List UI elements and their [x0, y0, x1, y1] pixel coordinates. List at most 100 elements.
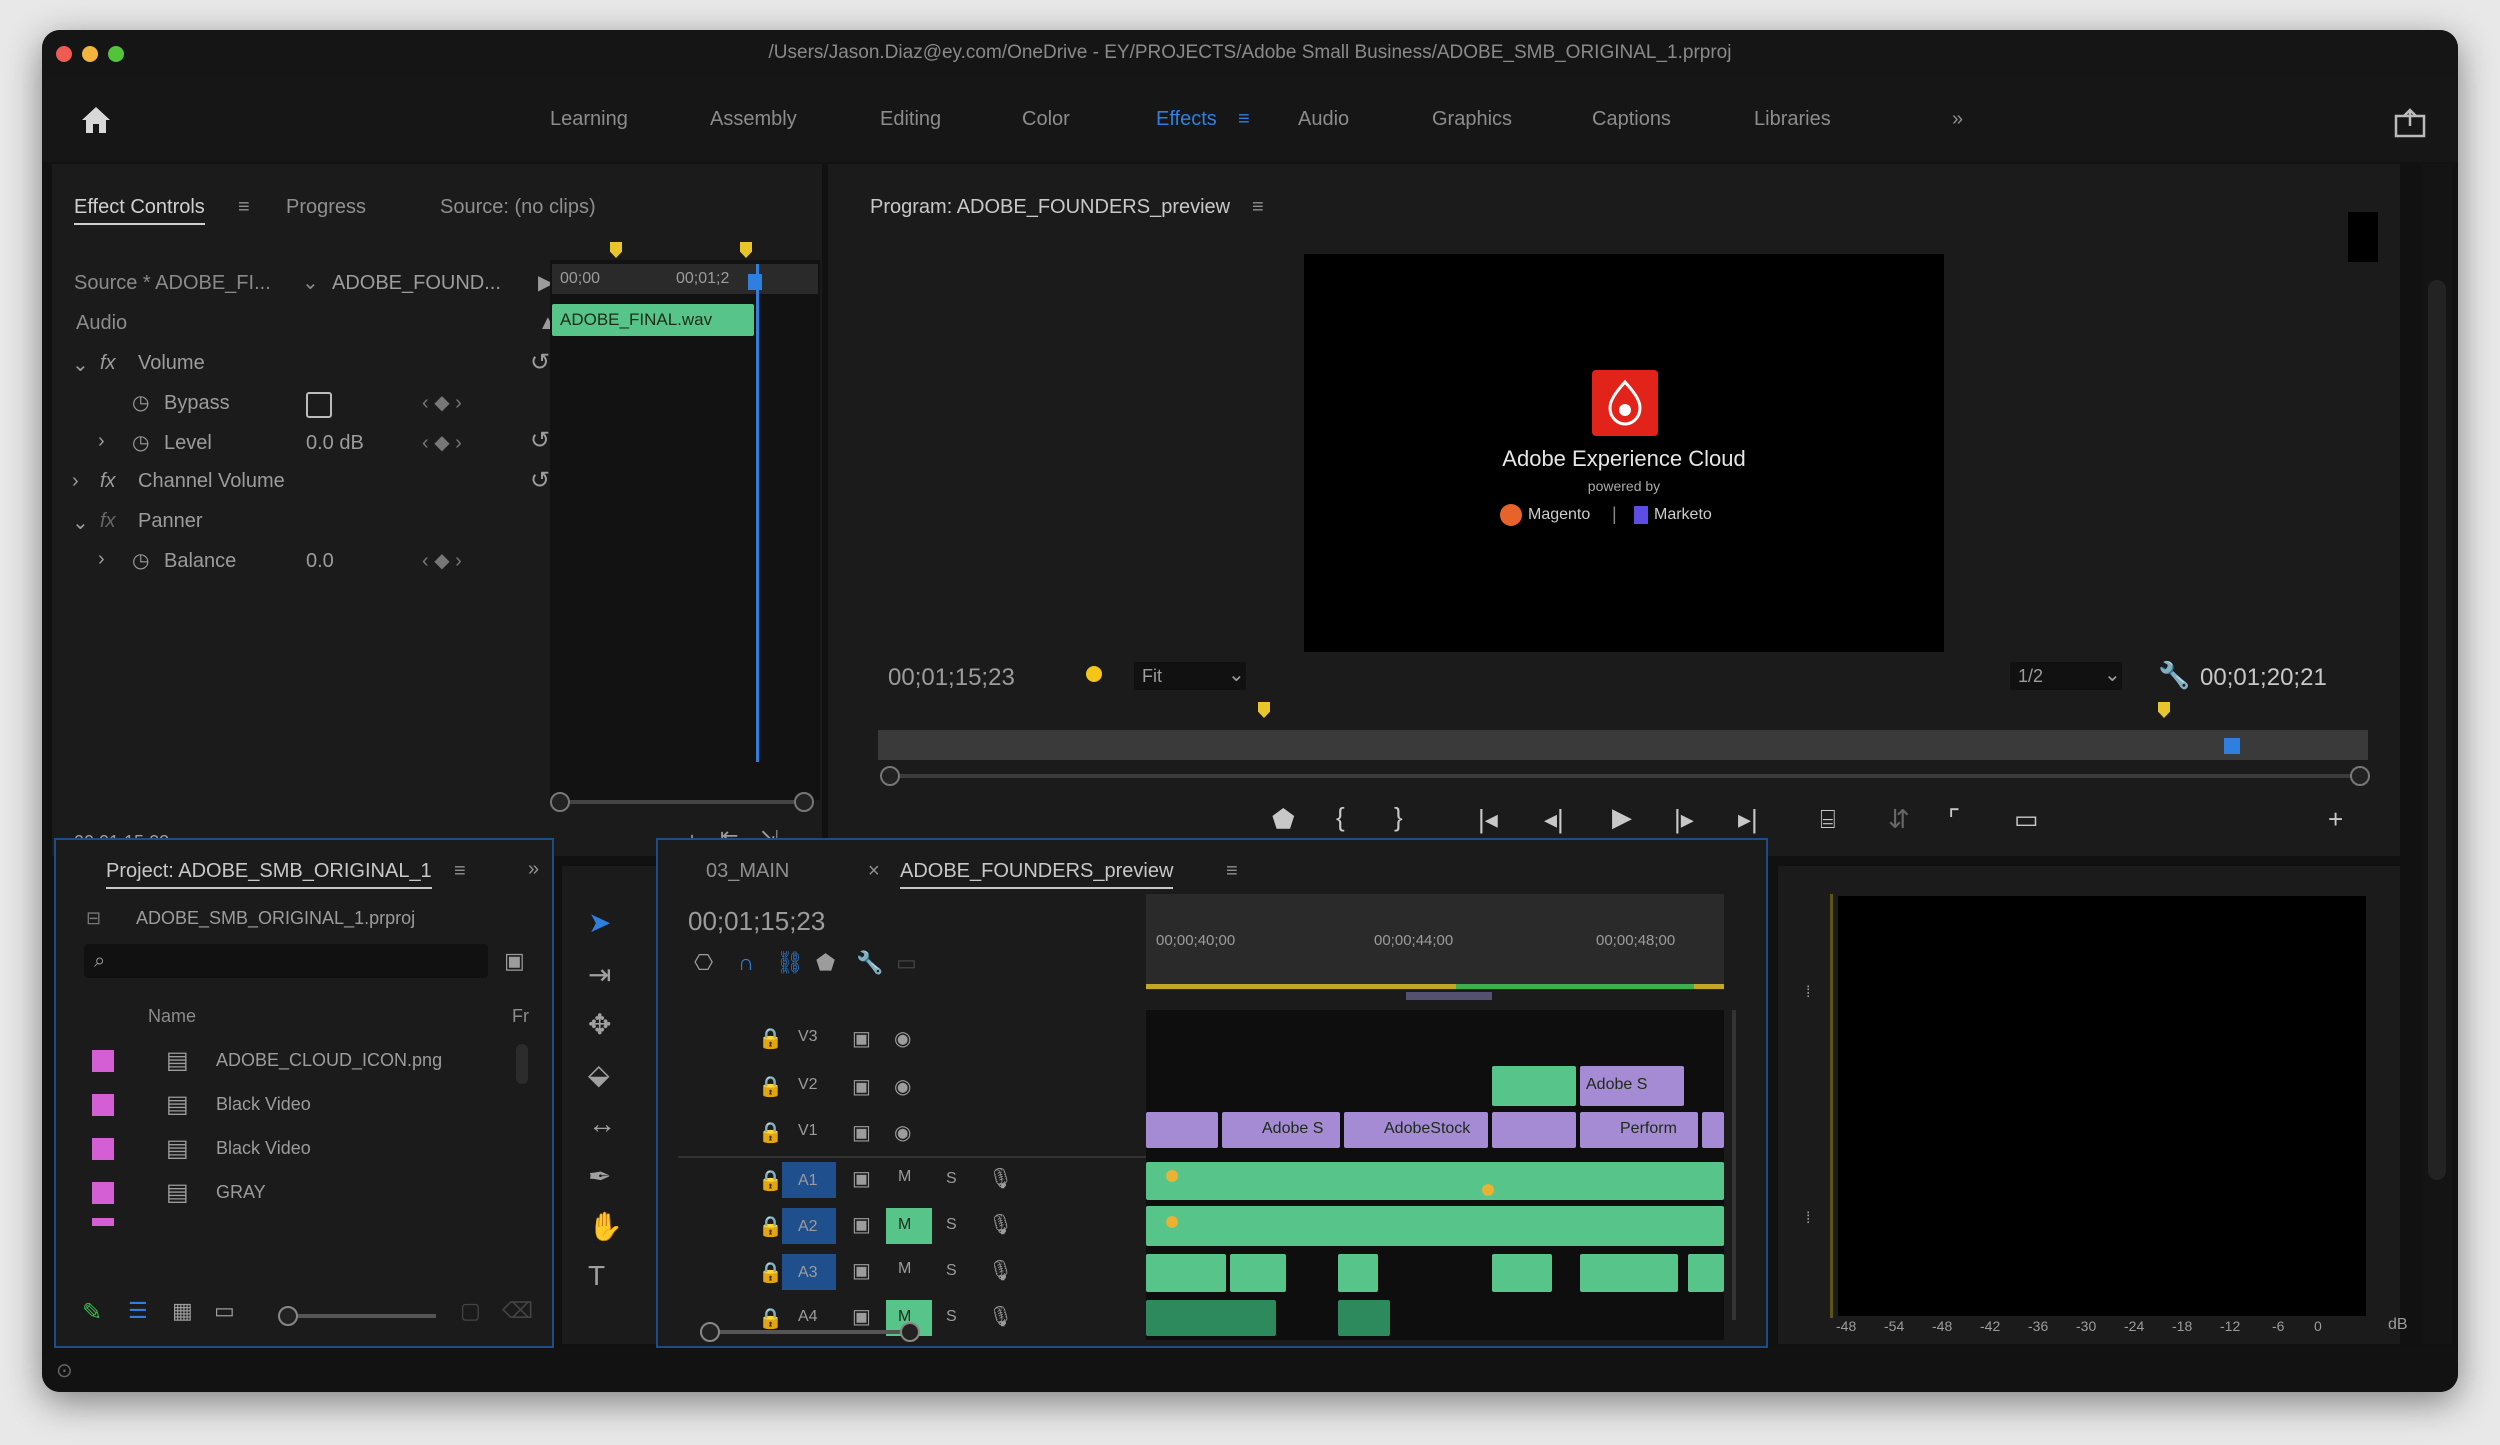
label-swatch[interactable]: [92, 1050, 114, 1072]
eye-icon[interactable]: ◉: [894, 1120, 911, 1145]
lock-icon[interactable]: 🔒: [758, 1260, 783, 1285]
mute-icon[interactable]: M: [898, 1216, 911, 1234]
microphone-icon[interactable]: 🎙: [988, 1258, 1013, 1283]
add-marker-icon[interactable]: ⬟: [816, 950, 835, 976]
project-item[interactable]: ADOBE_CLOUD_ICON.png: [216, 1050, 442, 1071]
go-to-out-icon[interactable]: ▸|: [1738, 804, 1758, 835]
mute-icon[interactable]: M: [898, 1260, 911, 1278]
razor-tool-icon[interactable]: ⬙: [588, 1058, 610, 1091]
workspace-assembly[interactable]: Assembly: [710, 108, 797, 131]
audio-keyframe[interactable]: [1166, 1170, 1178, 1182]
more-panels-icon[interactable]: »: [528, 858, 539, 881]
status-icon[interactable]: ⊙: [56, 1358, 73, 1383]
add-marker-icon[interactable]: ⬟: [1272, 804, 1295, 835]
mark-in-icon[interactable]: {: [1336, 802, 1345, 833]
solo-icon[interactable]: S: [946, 1308, 957, 1326]
workspace-color[interactable]: Color: [1022, 108, 1070, 131]
sync-lock-icon[interactable]: ▣: [852, 1304, 871, 1329]
program-zoom-scrollbar[interactable]: [888, 774, 2358, 778]
linked-selection-icon[interactable]: ⛓: [776, 950, 804, 976]
tab-source[interactable]: Source: (no clips): [440, 196, 596, 219]
timeline-tab-founders[interactable]: ADOBE_FOUNDERS_preview: [900, 860, 1174, 889]
clip-v1[interactable]: Perform: [1580, 1112, 1698, 1148]
mute-icon[interactable]: M: [898, 1168, 911, 1186]
clip-a3[interactable]: [1580, 1254, 1678, 1292]
new-item-icon[interactable]: ▢: [460, 1298, 481, 1324]
expand-balance-icon[interactable]: ›: [98, 548, 105, 571]
source-clip-label[interactable]: Source * ADOBE_FI...: [74, 272, 271, 295]
zoom-slider-handle[interactable]: [278, 1306, 298, 1326]
lock-icon[interactable]: 🔒: [758, 1026, 783, 1051]
zoom-handle-left[interactable]: [550, 792, 570, 812]
track-label-v1[interactable]: V1: [798, 1122, 818, 1140]
workspace-menu-icon[interactable]: ≡: [1238, 108, 1250, 131]
more-workspaces-icon[interactable]: »: [1952, 108, 1963, 131]
timeline-zoom-scrollbar[interactable]: [708, 1330, 908, 1334]
clip-a3[interactable]: [1688, 1254, 1724, 1292]
in-point-marker[interactable]: [1258, 702, 1270, 718]
project-search-input[interactable]: [84, 944, 488, 978]
right-scroll-thumb[interactable]: [2428, 280, 2446, 1180]
lock-icon[interactable]: 🔒: [758, 1306, 783, 1331]
zoom-handle-right[interactable]: [794, 792, 814, 812]
clip-a3[interactable]: [1230, 1254, 1286, 1292]
sync-lock-icon[interactable]: ▣: [852, 1074, 871, 1099]
level-value[interactable]: 0.0 dB: [306, 432, 364, 455]
label-swatch[interactable]: [92, 1218, 114, 1226]
slip-tool-icon[interactable]: ↔: [588, 1108, 616, 1140]
tab-menu-icon[interactable]: ≡: [1252, 196, 1264, 219]
tab-menu-icon[interactable]: ≡: [454, 860, 466, 883]
microphone-icon[interactable]: 🎙: [988, 1304, 1013, 1329]
home-icon[interactable]: [76, 100, 116, 140]
reset-volume-icon[interactable]: ↺: [530, 348, 550, 377]
lock-icon[interactable]: 🔒: [758, 1214, 783, 1239]
comparison-view-icon[interactable]: ⇵: [1888, 804, 1910, 835]
zoom-slider[interactable]: [286, 1314, 436, 1318]
effect-channel-volume[interactable]: Channel Volume: [138, 470, 285, 493]
effect-keyframe-area[interactable]: [550, 260, 820, 800]
trash-icon[interactable]: ⌫: [502, 1298, 533, 1324]
timeline-tab-main[interactable]: 03_MAIN: [706, 860, 789, 883]
timeline-timecode[interactable]: 00;01;15;23: [688, 906, 825, 937]
mini-playhead[interactable]: [756, 264, 759, 762]
balance-value[interactable]: 0.0: [306, 550, 334, 573]
reset-level-icon[interactable]: ↺: [530, 426, 550, 455]
play-icon[interactable]: ▶: [1612, 802, 1632, 833]
panel-scroll-top[interactable]: [2348, 212, 2378, 262]
program-scrub-bar[interactable]: [878, 730, 2368, 760]
solo-icon[interactable]: S: [946, 1262, 957, 1280]
effect-volume[interactable]: Volume: [138, 352, 205, 375]
zoom-handle-left[interactable]: [700, 1322, 720, 1342]
fx-icon[interactable]: fx: [100, 510, 116, 533]
clip-a4[interactable]: [1146, 1300, 1276, 1336]
button-editor-icon[interactable]: +: [2328, 804, 2343, 835]
step-back-icon[interactable]: ◂|: [1544, 804, 1564, 835]
safe-margins-icon[interactable]: ⌜: [1948, 804, 1960, 835]
program-monitor-tab[interactable]: Program: ADOBE_FOUNDERS_preview: [870, 196, 1230, 219]
vertical-track-scrollbar[interactable]: [1732, 1010, 1736, 1320]
mini-playhead-handle[interactable]: [748, 274, 762, 290]
chevron-down-icon[interactable]: ⌄: [1228, 662, 1245, 687]
clip-v1[interactable]: Adobe S: [1222, 1112, 1340, 1148]
track-label-a4[interactable]: A4: [798, 1308, 818, 1326]
project-item[interactable]: Black Video: [216, 1094, 311, 1115]
hand-tool-icon[interactable]: ✋: [588, 1210, 623, 1243]
workspace-editing[interactable]: Editing: [880, 108, 941, 131]
lock-icon[interactable]: 🔒: [758, 1168, 783, 1193]
expand-channel-volume-icon[interactable]: ›: [72, 470, 79, 493]
bypass-checkbox[interactable]: [306, 392, 332, 418]
pen-tool-icon[interactable]: ✒: [588, 1160, 611, 1193]
sync-lock-icon[interactable]: ▣: [852, 1212, 871, 1237]
track-label-a1[interactable]: A1: [798, 1172, 818, 1190]
label-swatch[interactable]: [92, 1094, 114, 1116]
clip-a3[interactable]: [1338, 1254, 1378, 1292]
workspace-effects[interactable]: Effects: [1156, 108, 1217, 131]
new-bin-icon[interactable]: ▣: [504, 948, 525, 974]
effect-panner[interactable]: Panner: [138, 510, 203, 533]
expand-volume-icon[interactable]: ⌄: [72, 352, 89, 377]
workspace-graphics[interactable]: Graphics: [1432, 108, 1512, 131]
clip-a3[interactable]: [1146, 1254, 1226, 1292]
label-swatch[interactable]: [92, 1138, 114, 1160]
microphone-icon[interactable]: 🎙: [988, 1212, 1013, 1237]
track-label-a2[interactable]: A2: [798, 1218, 818, 1236]
